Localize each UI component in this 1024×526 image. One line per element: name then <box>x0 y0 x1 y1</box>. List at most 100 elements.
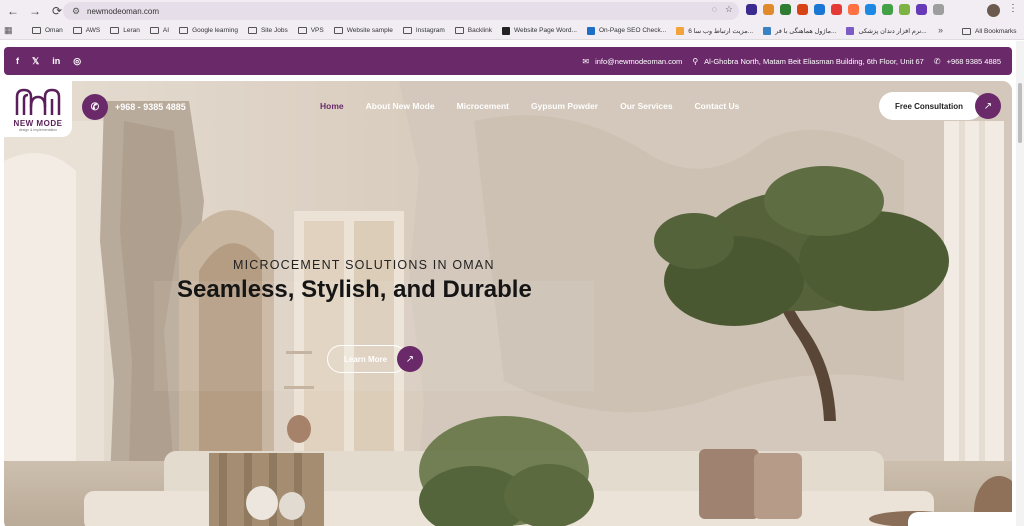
bookmark-label: On-Page SEO Check... <box>598 27 667 34</box>
nav-item-gypsum-powder[interactable]: Gypsum Powder <box>531 101 598 111</box>
free-consultation-button[interactable]: Free Consultation ↗ <box>879 92 1001 120</box>
favicon-icon <box>586 26 595 35</box>
folder-icon <box>247 27 257 34</box>
bookmark-item[interactable]: On-Page SEO Check... <box>586 26 667 35</box>
extension-icon[interactable] <box>916 4 927 15</box>
extensions-bar <box>746 4 944 15</box>
folder-icon <box>962 27 971 35</box>
profile-avatar[interactable] <box>987 4 1000 17</box>
hero-eyebrow: MICROCEMENT SOLUTIONS IN OMAN <box>233 258 495 272</box>
bookmark-item[interactable]: Backlink <box>454 27 492 34</box>
location-pin-icon: ⚲ <box>692 56 699 66</box>
scrollbar-thumb[interactable] <box>1018 83 1022 143</box>
bookmark-item[interactable]: AWS <box>72 27 101 34</box>
social-links: f 𝕏in ◎ <box>16 56 81 67</box>
header-phone-text[interactable]: +968 - 9385 4885 <box>115 102 186 112</box>
forward-icon[interactable]: → <box>26 2 44 20</box>
bookmark-item[interactable]: Leran <box>110 27 140 34</box>
arrow-up-right-icon[interactable]: ↗ <box>397 346 423 372</box>
extension-icon[interactable] <box>933 4 944 15</box>
bookmark-item[interactable]: Instagram <box>402 27 445 34</box>
bookmark-label: Oman <box>45 27 63 34</box>
folder-icon <box>333 27 343 34</box>
favicon-icon <box>501 26 510 35</box>
extension-icon[interactable] <box>865 4 876 15</box>
extension-icon[interactable] <box>746 4 757 15</box>
folder-icon <box>179 27 189 34</box>
bookmark-label: AI <box>162 27 170 34</box>
menu-dots-icon[interactable]: ⋮ <box>1008 3 1018 14</box>
favicon-icon <box>763 26 772 35</box>
extension-icon[interactable] <box>797 4 808 15</box>
folder-icon <box>110 27 120 34</box>
eye-slash-icon[interactable]: ◌ <box>712 4 717 15</box>
bookmark-item[interactable]: Oman <box>32 27 63 34</box>
extension-icon[interactable] <box>763 4 774 15</box>
phone-call-icon[interactable]: ✆ <box>82 94 108 120</box>
site-logo[interactable]: NEW MODE design & implementation <box>4 81 72 137</box>
free-consultation-label[interactable]: Free Consultation <box>879 92 983 120</box>
bookmark-item[interactable]: Website sample <box>333 27 393 34</box>
star-icon[interactable]: ☆ <box>725 4 733 15</box>
bookmark-label: AWS <box>85 27 101 34</box>
extension-icon[interactable] <box>882 4 893 15</box>
corner-decoration <box>908 512 1012 526</box>
bookmark-label: نرم افزار دندان پزشکی... <box>858 27 927 35</box>
bookmark-label: Backlink <box>467 27 492 34</box>
header-phone[interactable]: ✆ +968 - 9385 4885 <box>82 94 186 120</box>
logo-name: NEW MODE <box>13 118 63 128</box>
nav-item-our-services[interactable]: Our Services <box>620 101 672 111</box>
address-item: ⚲ Al-Ghobra North, Matam Beit Eliasman B… <box>692 57 924 66</box>
learn-more-button[interactable]: Learn More ↗ <box>327 345 423 373</box>
folder-icon <box>72 27 82 34</box>
folder-icon <box>402 27 412 34</box>
learn-more-label[interactable]: Learn More <box>327 345 407 373</box>
bookmark-item[interactable]: VPS <box>297 27 324 34</box>
bookmark-item[interactable]: Site Jobs <box>247 27 288 34</box>
bookmark-item[interactable]: نرم افزار دندان پزشکی... <box>846 26 927 35</box>
extension-icon[interactable] <box>848 4 859 15</box>
address-text: Al-Ghobra North, Matam Beit Eliasman Bui… <box>704 56 924 66</box>
address-bar[interactable]: ⚙ newmodeoman.com ◌ ☆ <box>63 2 739 20</box>
bookmark-item[interactable]: ماژول هماهنگی با فر... <box>763 26 836 35</box>
page-scrollbar[interactable] <box>1016 41 1024 526</box>
extension-icon[interactable] <box>780 4 791 15</box>
extension-icon[interactable] <box>899 4 910 15</box>
url-text[interactable]: newmodeoman.com <box>87 7 159 16</box>
back-icon[interactable]: ← <box>4 2 22 20</box>
facebook-icon[interactable]: f <box>16 56 19 67</box>
extension-icon[interactable] <box>831 4 842 15</box>
contact-topbar: f 𝕏in ◎ ✉ info@newmodeoman.com ⚲ Al-Ghobra… <box>4 47 1012 75</box>
site-info-icon[interactable]: ⚙ <box>69 4 83 18</box>
nav-item-contact-us[interactable]: Contact Us <box>695 101 740 111</box>
phone-item[interactable]: ✆ +968 9385 4885 <box>934 57 1001 66</box>
main-navigation: Home About New Mode Microcement Gypsum Powd… <box>320 101 739 111</box>
bookmarks-bar: ▦ Oman AWS Leran AI Google learning Site Jobs… <box>0 22 1024 40</box>
arrow-up-right-icon[interactable]: ↗ <box>975 93 1001 119</box>
chevron-double-right-icon[interactable]: » <box>938 25 943 35</box>
extension-icon[interactable] <box>814 4 825 15</box>
nav-item-about-new-mode[interactable]: About New Mode <box>366 101 435 111</box>
bookmark-label: Site Jobs <box>260 27 288 34</box>
nav-item-home[interactable]: Home <box>320 101 344 111</box>
email-text[interactable]: info@newmodeoman.com <box>595 57 682 66</box>
folder-icon <box>149 27 159 34</box>
all-bookmarks[interactable]: All Bookmarks <box>962 22 1017 40</box>
bookmark-item[interactable]: Website Page Word... <box>501 26 577 35</box>
x-twitter-icon[interactable]: 𝕏 <box>32 56 39 67</box>
linkedin-icon[interactable]: in <box>52 56 60 67</box>
phone-text[interactable]: +968 9385 4885 <box>947 57 1001 66</box>
bookmark-item[interactable]: Google learning <box>179 27 238 34</box>
favicon-icon <box>676 26 685 35</box>
bookmark-item[interactable]: AI <box>149 27 170 34</box>
email-item[interactable]: ✉ info@newmodeoman.com <box>582 57 682 66</box>
apps-grid-icon[interactable]: ▦ <box>4 25 22 36</box>
bookmark-label: 6 مزیت ارتباط وب سا... <box>688 27 754 35</box>
hero-headline: Seamless, Stylish, and Durable <box>177 276 532 303</box>
bookmark-item[interactable]: 6 مزیت ارتباط وب سا... <box>676 26 754 35</box>
logo-mark-icon <box>15 88 61 115</box>
bookmark-label: Website Page Word... <box>513 27 577 34</box>
bookmark-label: Leran <box>123 27 140 34</box>
nav-item-microcement[interactable]: Microcement <box>457 101 509 111</box>
instagram-icon[interactable]: ◎ <box>73 56 81 67</box>
